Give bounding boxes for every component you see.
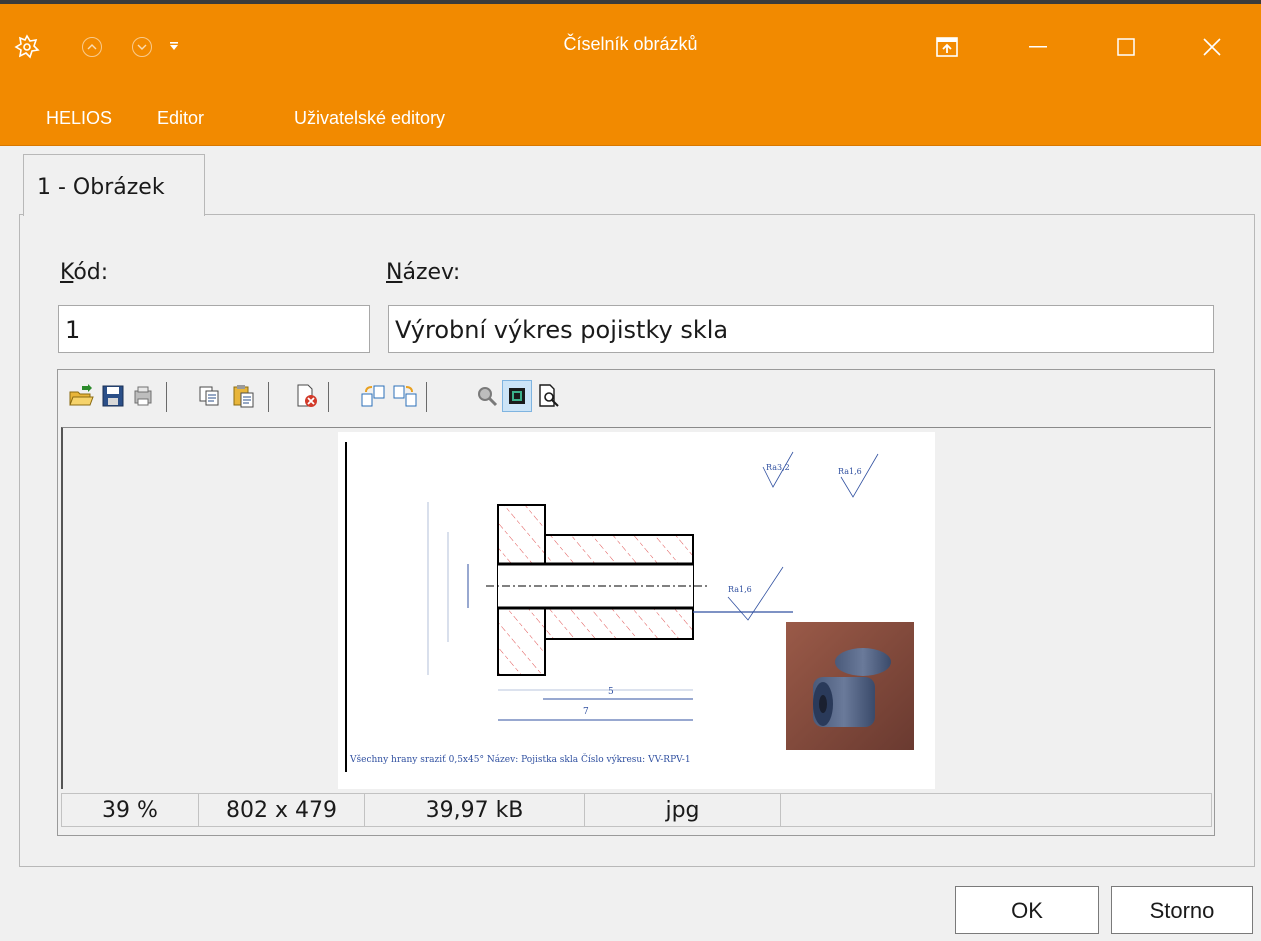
image-editor: 5 7 Ra3,2 Ra1,6 Ra1,6 Všechny hrany sraz… bbox=[57, 369, 1215, 836]
scan-icon[interactable] bbox=[128, 380, 158, 412]
toolbar-separator bbox=[426, 382, 427, 412]
nazev-label-text: ázev: bbox=[402, 260, 461, 285]
roughness-ra16-top: Ra1,6 bbox=[838, 467, 862, 476]
technical-drawing-image: 5 7 Ra3,2 Ra1,6 Ra1,6 Všechny hrany sraz… bbox=[338, 432, 935, 789]
kod-label-accesskey: K bbox=[60, 260, 74, 285]
tab-obrazek[interactable]: 1 - Obrázek bbox=[23, 154, 205, 216]
dimension-5: 5 bbox=[608, 687, 614, 697]
copy-icon[interactable] bbox=[194, 380, 224, 412]
toolbar-separator bbox=[166, 382, 167, 412]
nazev-label: Název: bbox=[386, 260, 460, 285]
menu-user-editors[interactable]: Uživatelské editory bbox=[294, 108, 445, 129]
dimension-7: 7 bbox=[583, 707, 589, 717]
preview-icon[interactable] bbox=[534, 380, 564, 412]
nazev-label-accesskey: N bbox=[386, 260, 403, 285]
rotate-right-icon[interactable] bbox=[390, 380, 420, 412]
rotate-left-icon[interactable] bbox=[358, 380, 388, 412]
roughness-ra32: Ra3,2 bbox=[766, 463, 790, 472]
nazev-input[interactable]: Výrobní výkres pojistky skla bbox=[388, 305, 1214, 353]
image-dimensions: 802 x 479 bbox=[199, 794, 365, 826]
top-edge bbox=[0, 0, 1261, 4]
image-status-bar: 39 % 802 x 479 39,97 kB jpg bbox=[61, 793, 1212, 827]
file-size: 39,97 kB bbox=[365, 794, 585, 826]
menu-editor[interactable]: Editor bbox=[157, 108, 204, 129]
title-bar: Číselník obrázků bbox=[0, 0, 1261, 94]
delete-image-icon[interactable] bbox=[292, 380, 322, 412]
minimize-icon[interactable] bbox=[1016, 30, 1060, 64]
paste-icon[interactable] bbox=[228, 380, 258, 412]
kod-input[interactable]: 1 bbox=[58, 305, 370, 353]
toolbar-separator bbox=[328, 382, 329, 412]
close-icon[interactable] bbox=[1190, 30, 1234, 64]
storno-button[interactable]: Storno bbox=[1111, 886, 1253, 934]
pin-window-icon[interactable] bbox=[934, 34, 960, 60]
toolbar-separator bbox=[268, 382, 269, 412]
kod-label: Kód: bbox=[60, 260, 108, 285]
drawing-title-block: Všechny hrany sraziť 0,5x45° Název: Poji… bbox=[349, 753, 691, 765]
zoom-icon[interactable] bbox=[472, 380, 502, 412]
roughness-ra16: Ra1,6 bbox=[728, 585, 752, 594]
image-canvas[interactable]: 5 7 Ra3,2 Ra1,6 Ra1,6 Všechny hrany sraz… bbox=[61, 427, 1211, 789]
window-title: Číselník obrázků bbox=[563, 34, 698, 54]
fit-image-icon[interactable] bbox=[502, 380, 532, 412]
save-icon[interactable] bbox=[98, 380, 128, 412]
image-toolbar bbox=[66, 376, 966, 416]
menu-helios[interactable]: HELIOS bbox=[46, 108, 112, 129]
open-folder-icon[interactable] bbox=[66, 380, 96, 412]
menu-bar: HELIOS Editor Uživatelské editory bbox=[0, 94, 1261, 146]
zoom-level: 39 % bbox=[62, 794, 199, 826]
maximize-icon[interactable] bbox=[1104, 30, 1148, 64]
file-format: jpg bbox=[585, 794, 781, 826]
ok-button[interactable]: OK bbox=[955, 886, 1099, 934]
kod-label-text: ód: bbox=[73, 260, 109, 285]
